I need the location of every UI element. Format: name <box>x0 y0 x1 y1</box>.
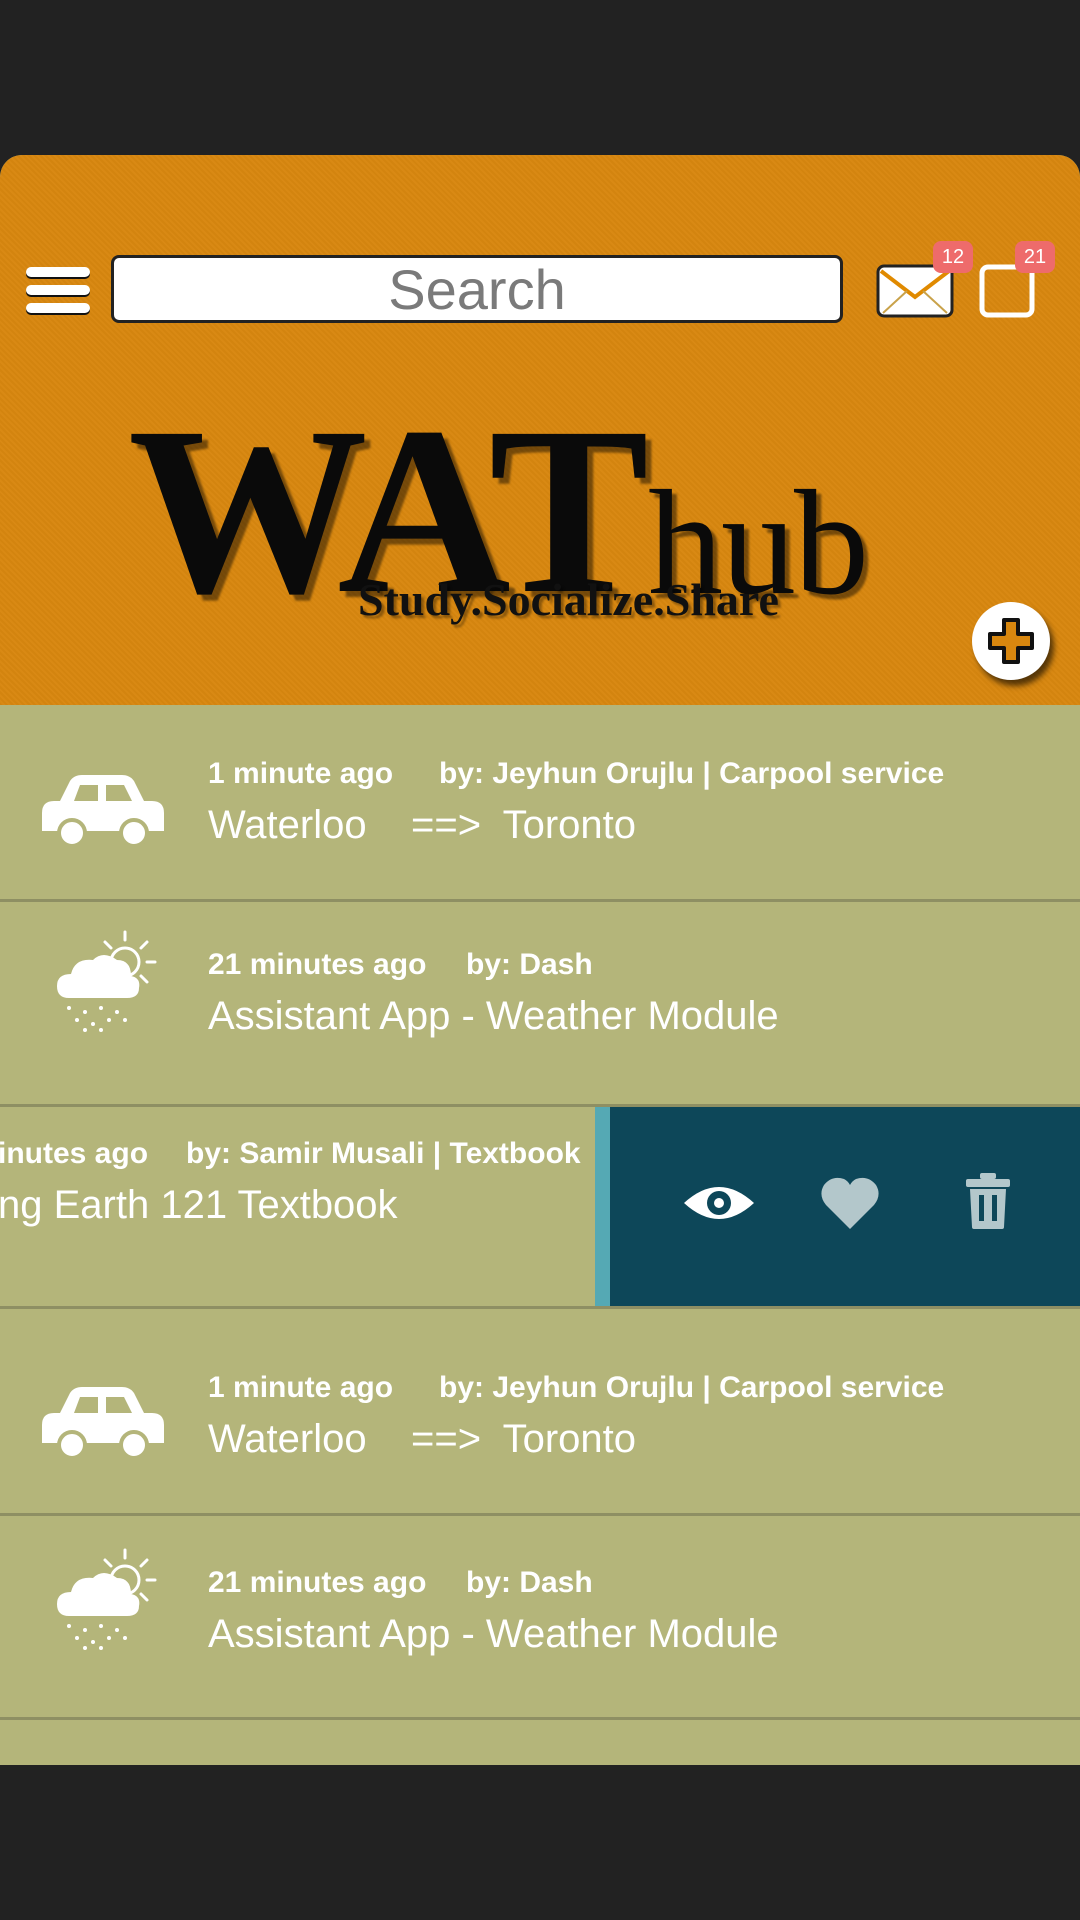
post-title: Assistant App - Weather Module <box>208 1612 779 1656</box>
post-time: inutes ago <box>0 1137 149 1170</box>
post-time: 21 minutes ago <box>208 948 427 981</box>
post-title: Waterloo ==> Toronto <box>208 1417 637 1461</box>
post-title: ng Earth 121 Textbook <box>0 1183 398 1227</box>
search-input[interactable] <box>111 255 843 323</box>
post-time: 1 minute ago <box>208 757 394 790</box>
post-author: by: Dash <box>466 948 593 981</box>
post-title: Waterloo ==> Toronto <box>208 803 637 847</box>
list-item[interactable]: 1 minute ago by: Jeyhun Orujlu | Carpool… <box>0 1309 1080 1516</box>
list-item[interactable]: 21 minutes ago by: Dash Assistant App - … <box>0 902 1080 1107</box>
swiped-content: inutes ago by: Samir Musali | Textbook n… <box>0 1107 600 1306</box>
weather-icon <box>57 1548 157 1650</box>
swipe-actions-panel <box>595 1107 1080 1306</box>
post-author: by: Jeyhun Orujlu | Carpool service <box>439 757 945 790</box>
post-title: Assistant App - Weather Module <box>208 994 779 1038</box>
messages-button[interactable]: 12 <box>875 241 973 319</box>
tagline: Study.Socialize.Share <box>358 574 779 625</box>
list-item[interactable]: 21 minutes ago by: Dash Assistant App - … <box>0 1516 1080 1720</box>
delete-button[interactable] <box>964 1173 1012 1234</box>
heart-icon <box>821 1177 879 1229</box>
app-screen: 12 21 WAT hub Study.Socialize.Share <box>0 155 1080 1765</box>
car-icon <box>42 775 164 848</box>
post-author: by: Samir Musali | Textbook <box>186 1137 581 1170</box>
like-button[interactable] <box>820 1175 880 1236</box>
trash-icon <box>966 1173 1010 1229</box>
eye-icon <box>684 1187 754 1219</box>
messages-badge: 12 <box>933 241 973 273</box>
notifications-button[interactable]: 21 <box>978 241 1055 319</box>
notifications-badge: 21 <box>1015 241 1055 273</box>
post-time: 1 minute ago <box>208 1371 394 1404</box>
post-author: by: Jeyhun Orujlu | Carpool service <box>439 1371 945 1404</box>
post-time: 21 minutes ago <box>208 1566 427 1599</box>
car-icon <box>42 1387 164 1460</box>
list-item[interactable]: 1 minute ago by: Jeyhun Orujlu | Carpool… <box>0 705 1080 902</box>
menu-icon[interactable] <box>26 267 90 315</box>
weather-icon <box>57 930 157 1032</box>
view-button[interactable] <box>682 1179 756 1232</box>
add-post-button[interactable] <box>972 602 1050 680</box>
plus-icon <box>988 618 1034 664</box>
list-item-swiped[interactable]: inutes ago by: Samir Musali | Textbook n… <box>0 1107 1080 1309</box>
header: 12 21 WAT hub Study.Socialize.Share <box>0 155 1080 705</box>
post-author: by: Dash <box>466 1566 593 1599</box>
